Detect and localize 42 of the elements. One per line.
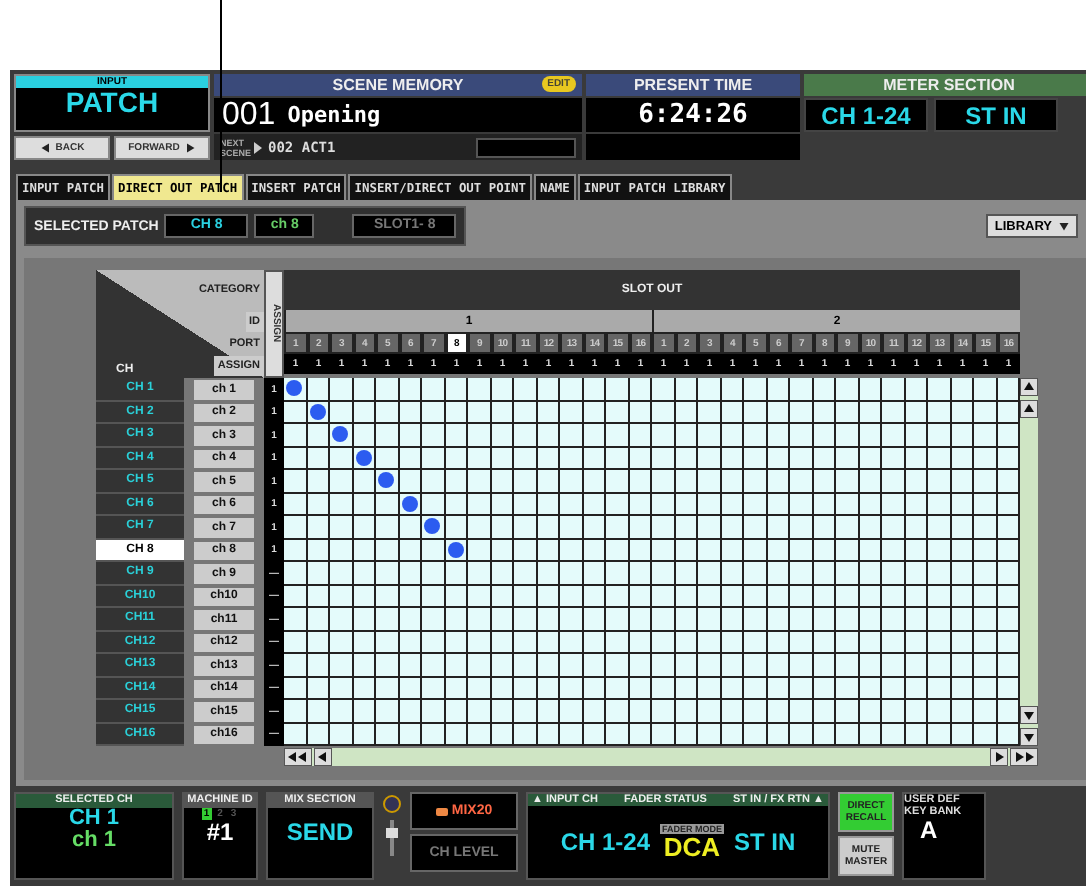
present-time-title: PRESENT TIME <box>633 76 753 94</box>
scene-name: Opening <box>287 102 381 128</box>
key-bank-value: A <box>920 818 938 842</box>
scroll-down-icon[interactable] <box>1020 706 1038 724</box>
patch-dot <box>355 449 372 466</box>
time-value: 6:24:26 <box>638 100 748 130</box>
input-ch-value: CH 1-24 <box>560 830 650 854</box>
patch-dot <box>309 403 326 420</box>
patch-dot <box>378 472 395 489</box>
meter-button[interactable]: ST IN <box>934 98 1058 132</box>
right-arrow-icon <box>183 142 196 154</box>
scroll-down-icon[interactable] <box>1020 728 1038 746</box>
patch-dot <box>401 495 418 512</box>
meter-button[interactable]: CH 1-24 <box>804 98 928 132</box>
caret-icon <box>1058 220 1070 232</box>
knob-and-fader-icon <box>382 792 402 860</box>
patch-dot <box>286 380 303 397</box>
patch-dot <box>447 541 464 558</box>
selected-ch-name: ch 1 <box>71 830 116 852</box>
selected-ch-value: CH 1 <box>68 808 120 830</box>
patch-title: PATCH <box>65 88 159 116</box>
scroll-left-icon[interactable] <box>314 748 332 766</box>
fader-mode-value: DCA <box>663 834 721 860</box>
scene-number: 001 <box>222 97 276 133</box>
scroll-up-icon[interactable] <box>1020 400 1038 418</box>
horizontal-scrollbar[interactable] <box>284 748 1038 766</box>
scroll-left-icon[interactable] <box>284 748 312 766</box>
patch-dot <box>424 518 441 535</box>
st-in-value: ST IN <box>734 830 796 854</box>
scene-memory-title: SCENE MEMORY <box>332 76 464 94</box>
vertical-scrollbar[interactable] <box>1020 378 1038 746</box>
next-arrow-icon <box>254 141 262 153</box>
led-icon <box>435 807 448 815</box>
mix-section-value: SEND <box>286 820 354 844</box>
left-arrow-icon <box>39 142 52 154</box>
scroll-right-icon[interactable] <box>990 748 1008 766</box>
progress-slot <box>476 137 576 157</box>
scroll-right-icon[interactable] <box>1010 748 1038 766</box>
scroll-up-icon[interactable] <box>1020 378 1038 396</box>
patch-dot <box>332 426 349 443</box>
machine-id-value: #1 <box>206 820 234 844</box>
meter-section-title: METER SECTION <box>883 76 1015 94</box>
